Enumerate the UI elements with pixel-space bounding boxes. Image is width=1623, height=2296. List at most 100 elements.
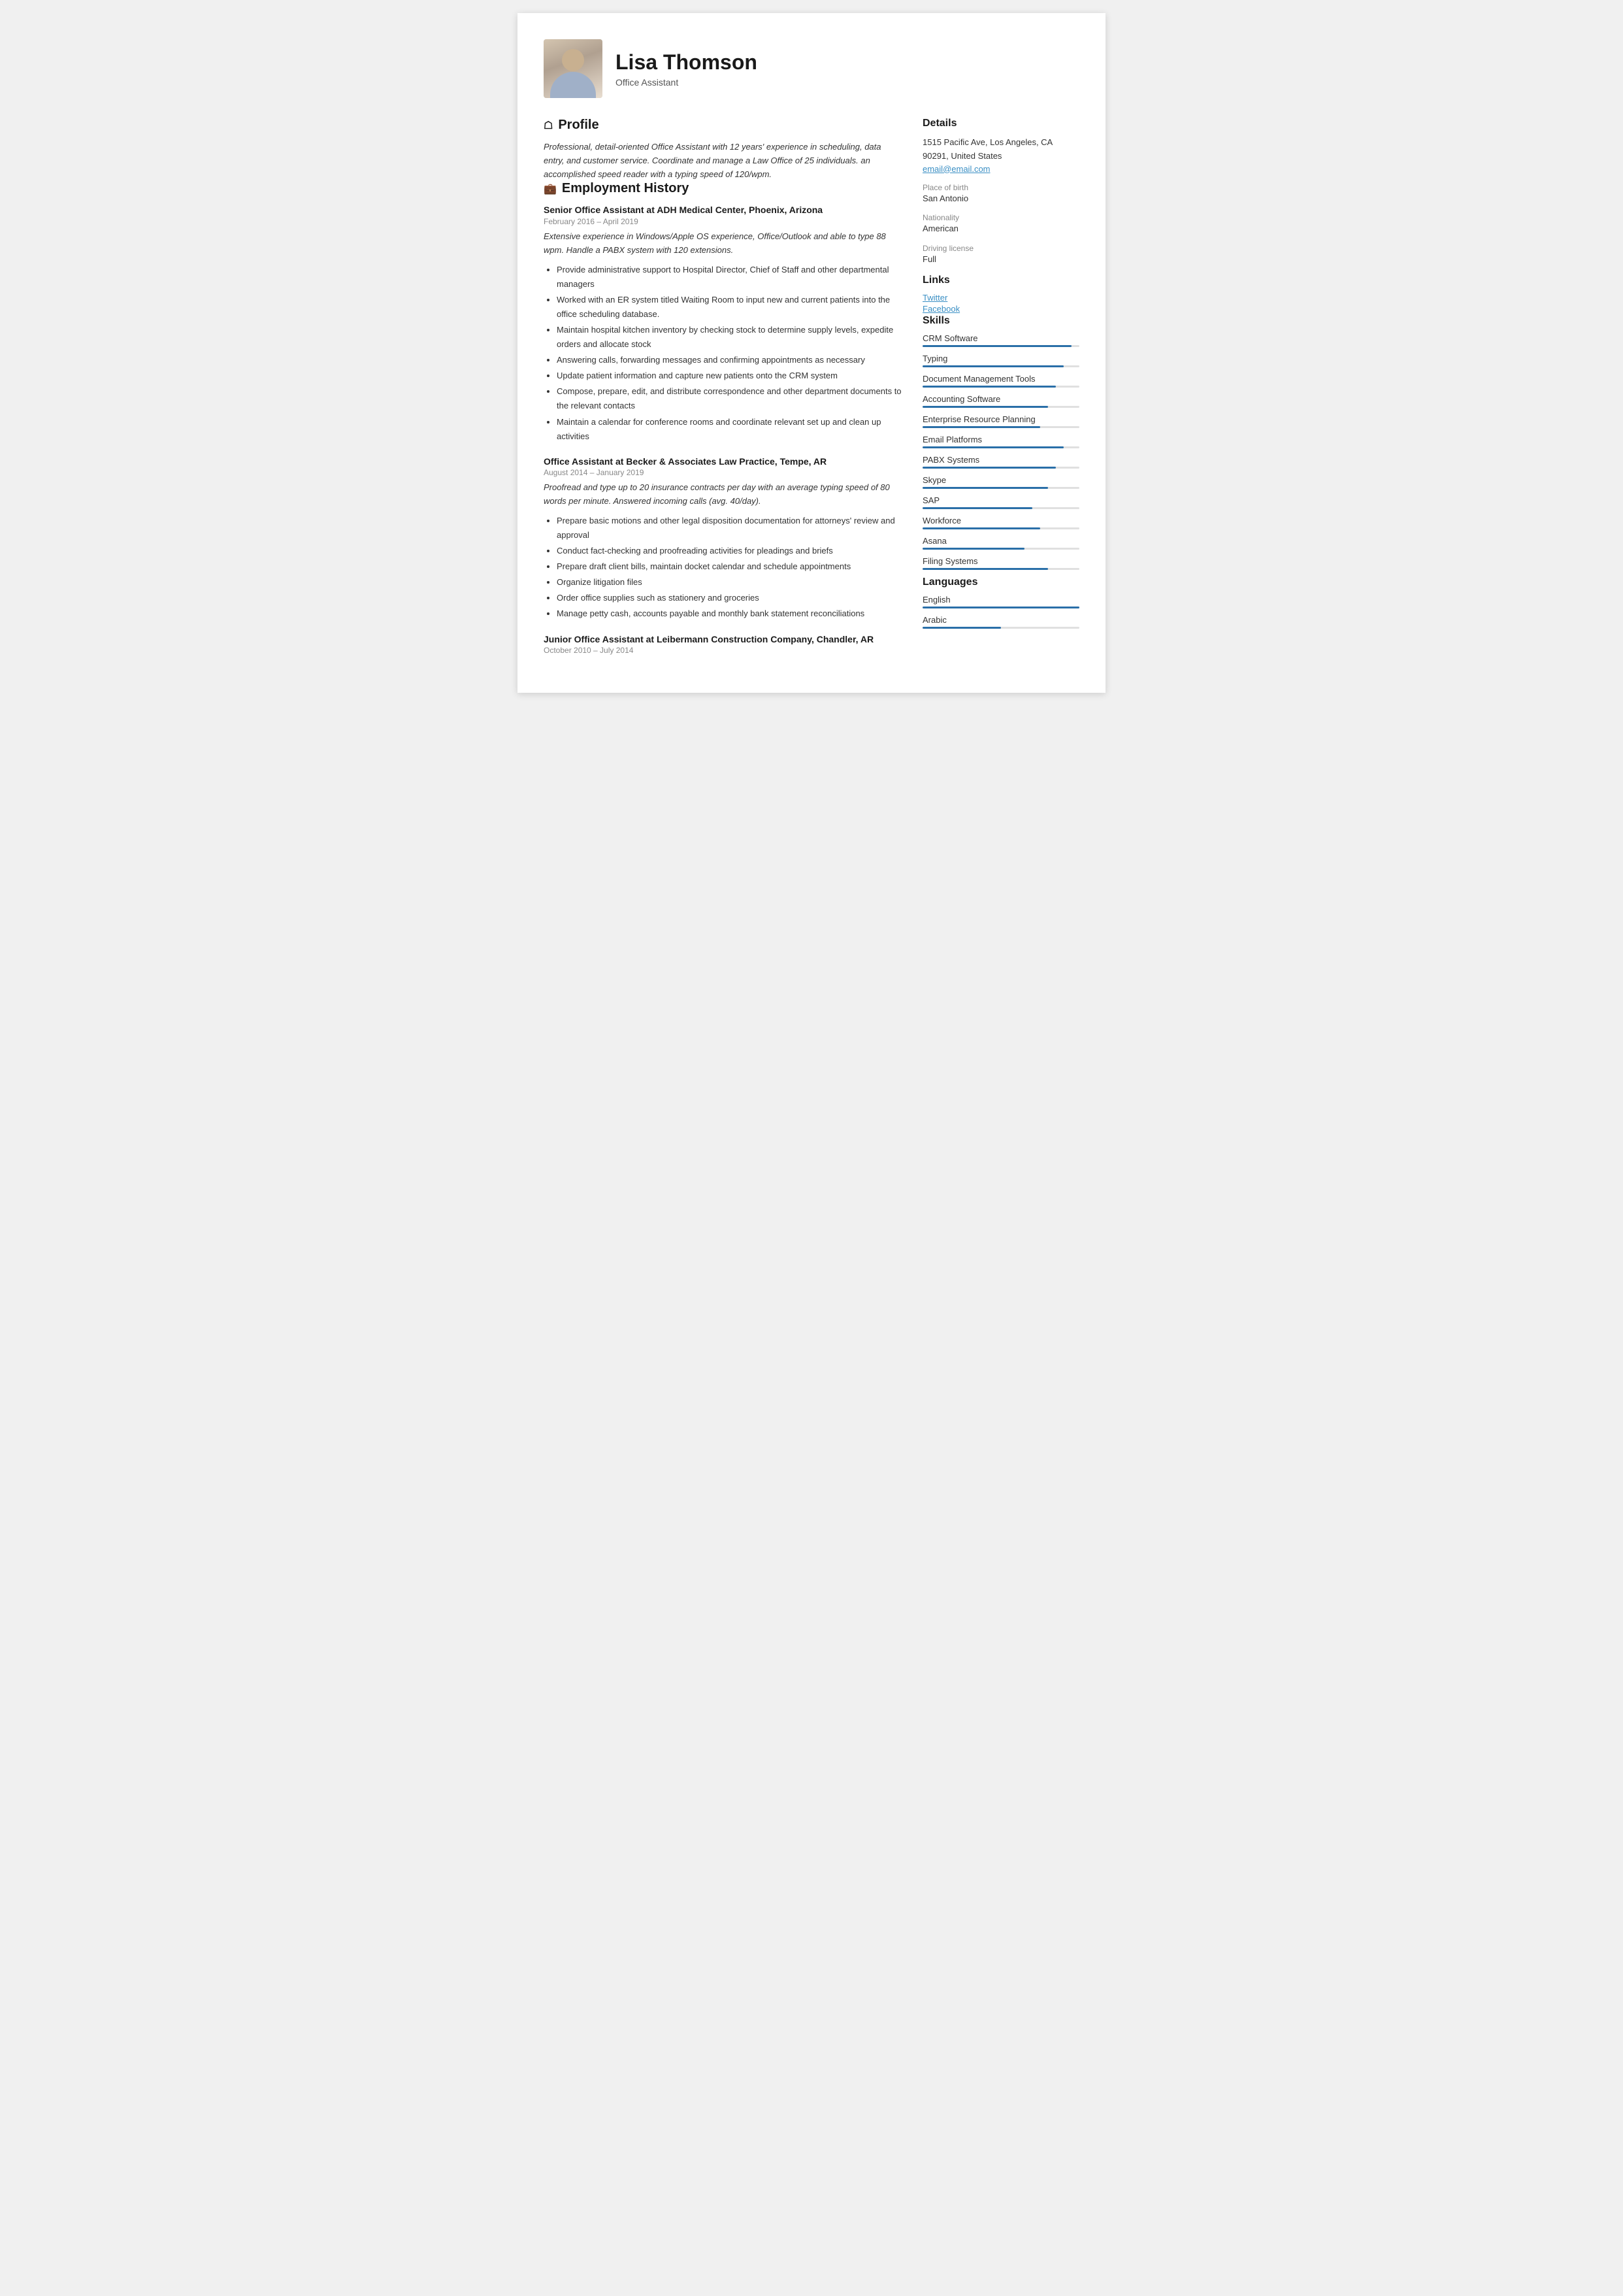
list-item: Compose, prepare, edit, and distribute c… xyxy=(557,384,903,413)
job-2: Office Assistant at Becker & Associates … xyxy=(544,456,903,622)
skill-item: Enterprise Resource Planning xyxy=(923,414,1079,428)
skills-section: Skills CRM Software Typing Document Mana… xyxy=(923,315,1079,570)
job-2-date: August 2014 – January 2019 xyxy=(544,468,903,477)
skill-bar-fill xyxy=(923,365,1064,367)
profile-section-title: ☖ Profile xyxy=(544,118,903,133)
list-item: Update patient information and capture n… xyxy=(557,369,903,383)
skill-name: Typing xyxy=(923,354,1079,363)
driving-label: Driving license xyxy=(923,244,1079,253)
candidate-title: Office Assistant xyxy=(615,77,757,88)
list-item: Conduct fact-checking and proofreading a… xyxy=(557,544,903,558)
nationality-value: American xyxy=(923,222,1079,236)
skill-bar-bg xyxy=(923,487,1079,489)
content-area: ☖ Profile Professional, detail-oriented … xyxy=(544,118,1079,667)
birth-block: Place of birth San Antonio xyxy=(923,183,1079,206)
skill-bar-fill xyxy=(923,386,1056,388)
skill-bar-bg xyxy=(923,467,1079,469)
languages-list: English Arabic xyxy=(923,595,1079,629)
language-name: Arabic xyxy=(923,615,1079,625)
skill-bar-bg xyxy=(923,446,1079,448)
skill-bar-fill xyxy=(923,406,1048,408)
job-1-date: February 2016 – April 2019 xyxy=(544,217,903,226)
details-title: Details xyxy=(923,118,1079,129)
job-1-bullets: Provide administrative support to Hospit… xyxy=(544,263,903,444)
profile-section: ☖ Profile Professional, detail-oriented … xyxy=(544,118,903,181)
skill-item: SAP xyxy=(923,495,1079,509)
skill-bar-bg xyxy=(923,365,1079,367)
list-item: Prepare draft client bills, maintain doc… xyxy=(557,559,903,574)
languages-section: Languages English Arabic xyxy=(923,576,1079,629)
lang-bar-fill xyxy=(923,627,1001,629)
skill-item: Skype xyxy=(923,475,1079,489)
skill-bar-bg xyxy=(923,426,1079,428)
skill-bar-bg xyxy=(923,386,1079,388)
resume-container: Lisa Thomson Office Assistant ☖ Profile … xyxy=(517,13,1106,693)
skill-bar-bg xyxy=(923,548,1079,550)
details-section: Details 1515 Pacific Ave, Los Angeles, C… xyxy=(923,118,1079,267)
skill-bar-bg xyxy=(923,568,1079,570)
link-twitter[interactable]: Twitter xyxy=(923,293,1079,303)
skill-bar-fill xyxy=(923,467,1056,469)
language-item: Arabic xyxy=(923,615,1079,629)
skill-name: Workforce xyxy=(923,516,1079,525)
links-section: Links Twitter Facebook xyxy=(923,275,1079,314)
skill-name: Document Management Tools xyxy=(923,374,1079,384)
job-3: Junior Office Assistant at Leibermann Co… xyxy=(544,633,903,656)
lang-bar-bg xyxy=(923,607,1079,608)
job-2-title: Office Assistant at Becker & Associates … xyxy=(544,456,903,469)
nationality-label: Nationality xyxy=(923,213,1079,222)
driving-block: Driving license Full xyxy=(923,244,1079,267)
employment-section-title: 💼 Employment History xyxy=(544,181,903,196)
skill-name: SAP xyxy=(923,495,1079,505)
job-2-desc: Proofread and type up to 20 insurance co… xyxy=(544,481,903,508)
email-link[interactable]: email@email.com xyxy=(923,164,991,174)
skill-bar-fill xyxy=(923,507,1032,509)
skill-bar-bg xyxy=(923,406,1079,408)
skill-name: Email Platforms xyxy=(923,435,1079,444)
skill-bar-bg xyxy=(923,527,1079,529)
lang-bar-fill xyxy=(923,607,1079,608)
job-1-desc: Extensive experience in Windows/Apple OS… xyxy=(544,230,903,258)
nationality-block: Nationality American xyxy=(923,213,1079,236)
job-1: Senior Office Assistant at ADH Medical C… xyxy=(544,204,903,443)
language-name: English xyxy=(923,595,1079,605)
employment-section: 💼 Employment History Senior Office Assis… xyxy=(544,181,903,655)
job-3-title: Junior Office Assistant at Leibermann Co… xyxy=(544,633,903,646)
skill-item: Accounting Software xyxy=(923,394,1079,408)
skill-bar-bg xyxy=(923,345,1079,347)
list-item: Order office supplies such as stationery… xyxy=(557,591,903,605)
skill-item: Document Management Tools xyxy=(923,374,1079,388)
skill-item: Filing Systems xyxy=(923,556,1079,570)
job-1-title: Senior Office Assistant at ADH Medical C… xyxy=(544,204,903,217)
address-block: 1515 Pacific Ave, Los Angeles, CA 90291,… xyxy=(923,136,1079,175)
list-item: Prepare basic motions and other legal di… xyxy=(557,514,903,542)
list-item: Organize litigation files xyxy=(557,575,903,590)
skill-bar-fill xyxy=(923,548,1025,550)
skill-bar-fill xyxy=(923,487,1048,489)
skill-bar-fill xyxy=(923,527,1040,529)
skill-name: Enterprise Resource Planning xyxy=(923,414,1079,424)
profile-text: Professional, detail-oriented Office Ass… xyxy=(544,141,903,181)
link-facebook[interactable]: Facebook xyxy=(923,304,1079,314)
skill-bar-bg xyxy=(923,507,1079,509)
address-text: 1515 Pacific Ave, Los Angeles, CA 90291,… xyxy=(923,136,1079,163)
list-item: Maintain a calendar for conference rooms… xyxy=(557,415,903,444)
skill-name: Filing Systems xyxy=(923,556,1079,566)
list-item: Manage petty cash, accounts payable and … xyxy=(557,607,903,621)
skill-bar-fill xyxy=(923,446,1064,448)
skill-bar-fill xyxy=(923,426,1040,428)
birth-value: San Antonio xyxy=(923,192,1079,206)
skill-item: Email Platforms xyxy=(923,435,1079,448)
links-title: Links xyxy=(923,275,1079,286)
skill-item: Workforce xyxy=(923,516,1079,529)
list-item: Worked with an ER system titled Waiting … xyxy=(557,293,903,322)
language-item: English xyxy=(923,595,1079,608)
birth-label: Place of birth xyxy=(923,183,1079,192)
skill-bar-fill xyxy=(923,568,1048,570)
driving-value: Full xyxy=(923,253,1079,267)
skill-name: Skype xyxy=(923,475,1079,485)
skill-name: Asana xyxy=(923,536,1079,546)
left-column: ☖ Profile Professional, detail-oriented … xyxy=(544,118,903,667)
job-3-date: October 2010 – July 2014 xyxy=(544,646,903,655)
profile-icon: ☖ xyxy=(544,119,553,132)
